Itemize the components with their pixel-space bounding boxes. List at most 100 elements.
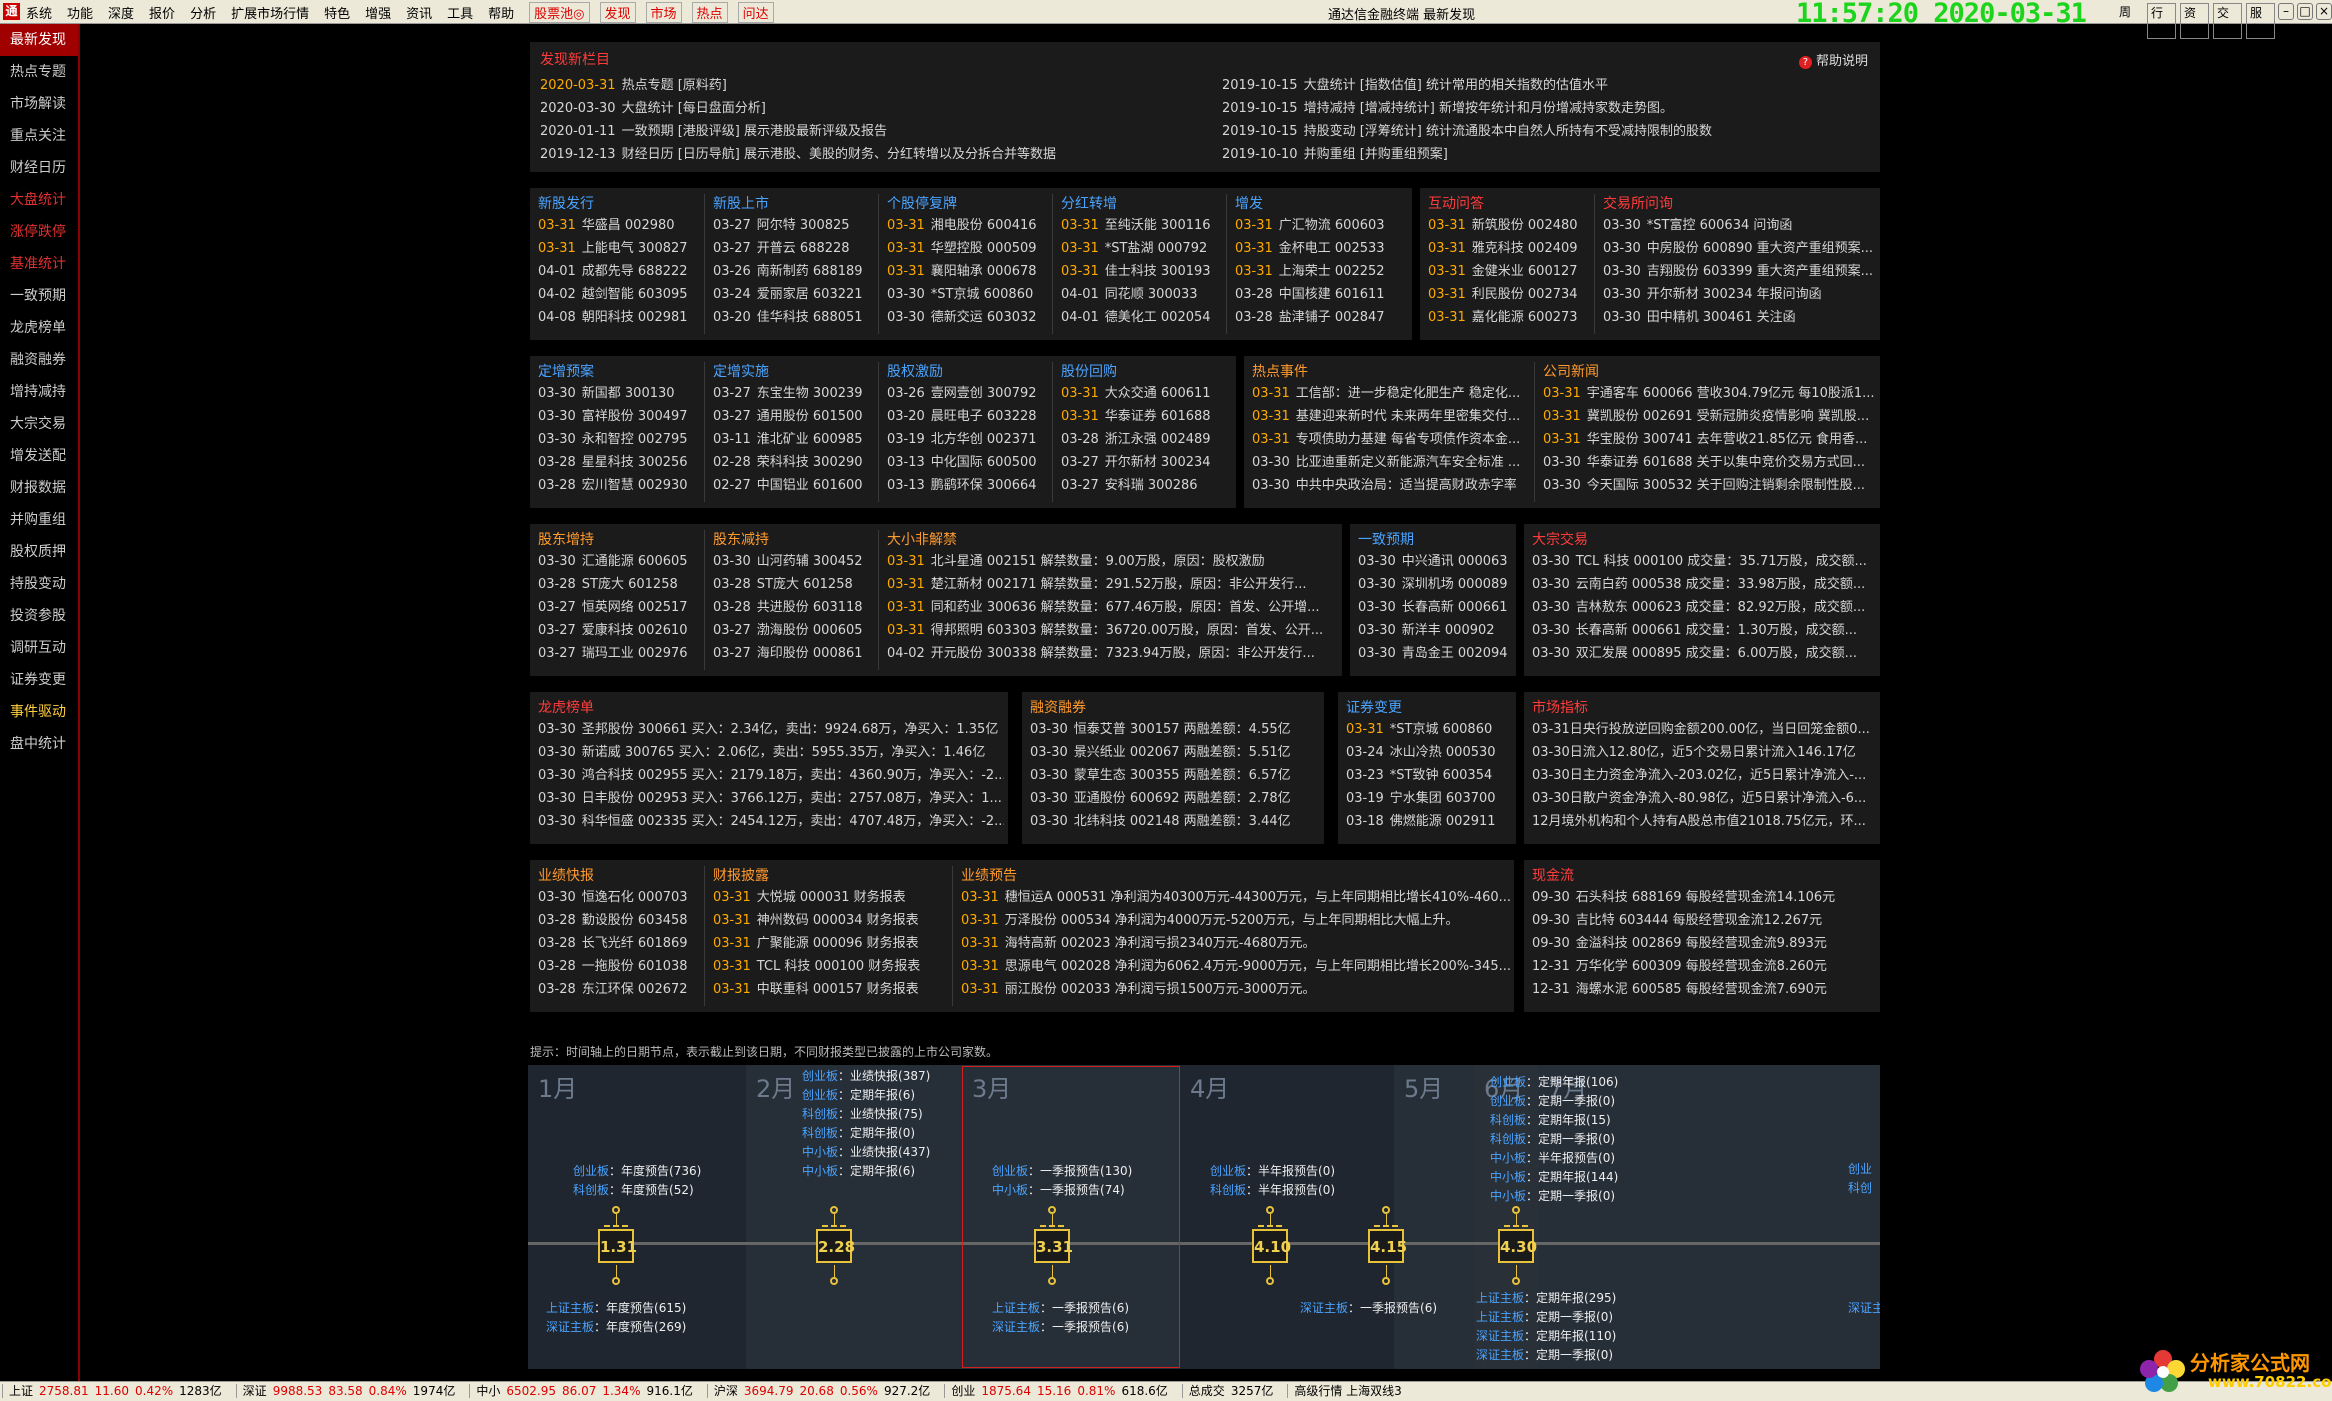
sidebar-item[interactable]: 增发送配	[0, 440, 78, 472]
sidebar-item[interactable]: 重点关注	[0, 120, 78, 152]
date-node[interactable]: 1.31	[598, 1225, 637, 1263]
quick-button[interactable]: 发现	[599, 1, 636, 23]
discover-item[interactable]: 2019-12-13 财经日历 [日历导航] 展示港股、美股的财务、分红转增以及分…	[540, 143, 1200, 166]
panel-title[interactable]: 定增预案	[538, 362, 700, 382]
panel-row[interactable]: 04-08 朝阳科技 002981	[538, 306, 700, 329]
event-line[interactable]: 深证主板：定期一季报(0)	[1476, 1346, 1616, 1365]
panel-title[interactable]: 新股发行	[538, 194, 700, 214]
panel-row[interactable]: 03-30 富祥股份 300497	[538, 405, 700, 428]
panel-row[interactable]: 03-28 浙江永强 002489	[1061, 428, 1232, 451]
panel-row[interactable]: 03-19 宁水集团 603700	[1346, 787, 1512, 810]
event-line[interactable]: 创业板：定期年报(6)	[802, 1086, 930, 1105]
panel-row[interactable]: 03-31 利民股份 002734	[1428, 283, 1590, 306]
menu-item[interactable]: 资讯	[406, 3, 432, 22]
panel-title[interactable]: 融资融券	[1030, 698, 1320, 718]
event-line[interactable]: 中小板：定期年报(6)	[802, 1162, 930, 1181]
panel-row[interactable]: 03-27 开普云 688228	[713, 237, 874, 260]
panel-row[interactable]: 03-30日散户资金净流入-80.98亿，近5日累计净流入-6...	[1532, 787, 1876, 810]
event-line[interactable]: 上证主板：年度预告(615)	[546, 1299, 686, 1318]
panel-row[interactable]: 02-27 中国铝业 601600	[713, 474, 874, 497]
panel-row[interactable]: 03-30 德新交运 603032	[887, 306, 1048, 329]
menu-item[interactable]: 功能	[67, 3, 93, 22]
panel-row[interactable]: 03-28 勤设股份 603458	[538, 909, 700, 932]
panel-title[interactable]: 业绩预告	[961, 866, 1510, 886]
discover-item[interactable]: 2019-10-15 增持减持 [增减持统计] 新增按年统计和月份增减持家数走势图…	[1222, 97, 1862, 120]
panel-row[interactable]: 03-27 瑞玛工业 002976	[538, 642, 700, 665]
index-quote[interactable]: 深证 9988.53 83.58 0.84% 1974亿	[235, 1384, 462, 1398]
panel-title[interactable]: 定增实施	[713, 362, 874, 382]
index-quote[interactable]: 创业 1875.64 15.16 0.81% 618.6亿	[944, 1384, 1174, 1398]
menu-item[interactable]: 帮助	[488, 3, 514, 22]
sidebar-item[interactable]: 基准统计	[0, 248, 78, 280]
panel-title[interactable]: 大小非解禁	[887, 530, 1338, 550]
panel-row[interactable]: 03-27 恒英网络 002517	[538, 596, 700, 619]
panel-row[interactable]: 03-30 新诺威 300765 买入：2.06亿，卖出：5955.35万，净买入…	[538, 741, 1004, 764]
panel-row[interactable]: 03-30 山河药辅 300452	[713, 550, 874, 573]
panel-row[interactable]: 04-02 开元股份 300338 解禁数量：7323.94万股，原因：非公开发行…	[887, 642, 1338, 665]
panel-row[interactable]: 03-31日央行投放逆回购金额200.00亿，当日回笼金额0...	[1532, 718, 1876, 741]
panel-title[interactable]: 分红转增	[1061, 194, 1222, 214]
panel-row[interactable]: 03-27 东宝生物 300239	[713, 382, 874, 405]
panel-row[interactable]: 03-30 吉林敖东 000623 成交量：82.92万股，成交额...	[1532, 596, 1876, 619]
panel-row[interactable]: 03-30日流入12.80亿，近5个交易日累计流入146.17亿	[1532, 741, 1876, 764]
sidebar-item[interactable]: 财经日历	[0, 152, 78, 184]
event-line[interactable]: 深证主板：一季报预告(6)	[1300, 1299, 1437, 1318]
panel-row[interactable]: 03-31 同和药业 300636 解禁数量：677.46万股，原因：首发、公开增…	[887, 596, 1338, 619]
sidebar-item[interactable]: 市场解读	[0, 88, 78, 120]
panel-row[interactable]: 03-31 海特高新 002023 净利润亏损2340万元-4680万元。	[961, 932, 1510, 955]
panel-row[interactable]: 04-01 德美化工 002054	[1061, 306, 1222, 329]
sidebar-item[interactable]: 增持减持	[0, 376, 78, 408]
panel-row[interactable]: 03-31 TCL 科技 000100 财务报表	[713, 955, 948, 978]
panel-row[interactable]: 03-13 中化国际 600500	[887, 451, 1048, 474]
panel-row[interactable]: 03-31 华盛昌 002980	[538, 214, 700, 237]
panel-row[interactable]: 03-30 今天国际 300532 关于回购注销剩余限制性股...	[1543, 474, 1876, 497]
panel-row[interactable]: 03-24 爱丽家居 603221	[713, 283, 874, 306]
panel-row[interactable]: 03-30 中房股份 600890 重大资产重组预案...	[1603, 237, 1876, 260]
panel-row[interactable]: 03-31 *ST盐湖 000792	[1061, 237, 1222, 260]
panel-row[interactable]: 03-30 华泰证券 601688 关于以集中竞价交易方式回...	[1543, 451, 1876, 474]
panel-row[interactable]: 03-28 长飞光纤 601869	[538, 932, 700, 955]
panel-row[interactable]: 03-30 田中精机 300461 关注函	[1603, 306, 1876, 329]
panel-row[interactable]: 03-30 恒泰艾普 300157 两融差额：4.55亿	[1030, 718, 1320, 741]
event-line[interactable]: 创业板：年度预告(736)	[573, 1162, 701, 1181]
toolbar-button[interactable]: 交易	[2213, 3, 2242, 39]
panel-title[interactable]: 业绩快报	[538, 866, 700, 886]
panel-row[interactable]: 03-30 双汇发展 000895 成交量：6.00万股，成交额...	[1532, 642, 1876, 665]
app-logo-icon[interactable]: 通	[3, 3, 20, 20]
panel-row[interactable]: 03-31 宇通客车 600066 营收304.79亿元 每10股派1...	[1543, 382, 1876, 405]
panel-title[interactable]: 大宗交易	[1532, 530, 1876, 550]
event-line[interactable]: 科创板：定期年报(0)	[802, 1124, 930, 1143]
month-segment[interactable]: 5月	[1394, 1065, 1474, 1369]
panel-title[interactable]: 公司新闻	[1543, 362, 1876, 382]
event-line[interactable]: 科创板：半年报预告(0)	[1210, 1181, 1335, 1200]
panel-row[interactable]: 03-28 一拖股份 601038	[538, 955, 700, 978]
menu-item[interactable]: 工具	[447, 3, 473, 22]
panel-row[interactable]: 03-31 广汇物流 600603	[1235, 214, 1408, 237]
panel-row[interactable]: 03-30 *ST京城 600860	[887, 283, 1048, 306]
event-line[interactable]: 深证主板：年度预告(269)	[546, 1318, 686, 1337]
panel-row[interactable]: 03-28 星星科技 300256	[538, 451, 700, 474]
panel-row[interactable]: 03-30 云南白药 000538 成交量：33.98万股，成交额...	[1532, 573, 1876, 596]
panel-row[interactable]: 03-30 汇通能源 600605	[538, 550, 700, 573]
panel-row[interactable]: 04-02 越剑智能 603095	[538, 283, 700, 306]
panel-row[interactable]: 02-28 荣科科技 300290	[713, 451, 874, 474]
panel-row[interactable]: 03-27 安科瑞 300286	[1061, 474, 1232, 497]
discover-item[interactable]: 2019-10-10 并购重组 [并购重组预案]	[1222, 143, 1862, 166]
panel-title[interactable]: 交易所问询	[1603, 194, 1876, 214]
menu-item[interactable]: 系统	[26, 3, 52, 22]
panel-title[interactable]: 个股停复牌	[887, 194, 1048, 214]
index-quote[interactable]: 中小 6502.95 86.07 1.34% 916.1亿	[469, 1384, 699, 1398]
date-node[interactable]: 4.15	[1368, 1225, 1407, 1263]
panel-row[interactable]: 03-31 金杯电工 002533	[1235, 237, 1408, 260]
panel-title[interactable]: 新股上市	[713, 194, 874, 214]
panel-row[interactable]: 03-31 思源电气 002028 净利润为6062.4万元-9000万元，与上年…	[961, 955, 1510, 978]
panel-row[interactable]: 03-30 开尔新材 300234 年报问询函	[1603, 283, 1876, 306]
panel-title[interactable]: 市场指标	[1532, 698, 1876, 718]
panel-row[interactable]: 03-23 *ST致钟 600354	[1346, 764, 1512, 787]
panel-row[interactable]: 12-31 海螺水泥 600585 每股经营现金流7.690元	[1532, 978, 1876, 1001]
panel-row[interactable]: 09-30 石头科技 688169 每股经营现金流14.106元	[1532, 886, 1876, 909]
event-line[interactable]: 科创板：定期年报(15)	[1490, 1111, 1618, 1130]
event-line[interactable]: 创业板：定期年报(106)	[1490, 1073, 1618, 1092]
panel-row[interactable]: 03-27 渤海股份 000605	[713, 619, 874, 642]
minimize-icon[interactable]: –	[2278, 3, 2294, 20]
